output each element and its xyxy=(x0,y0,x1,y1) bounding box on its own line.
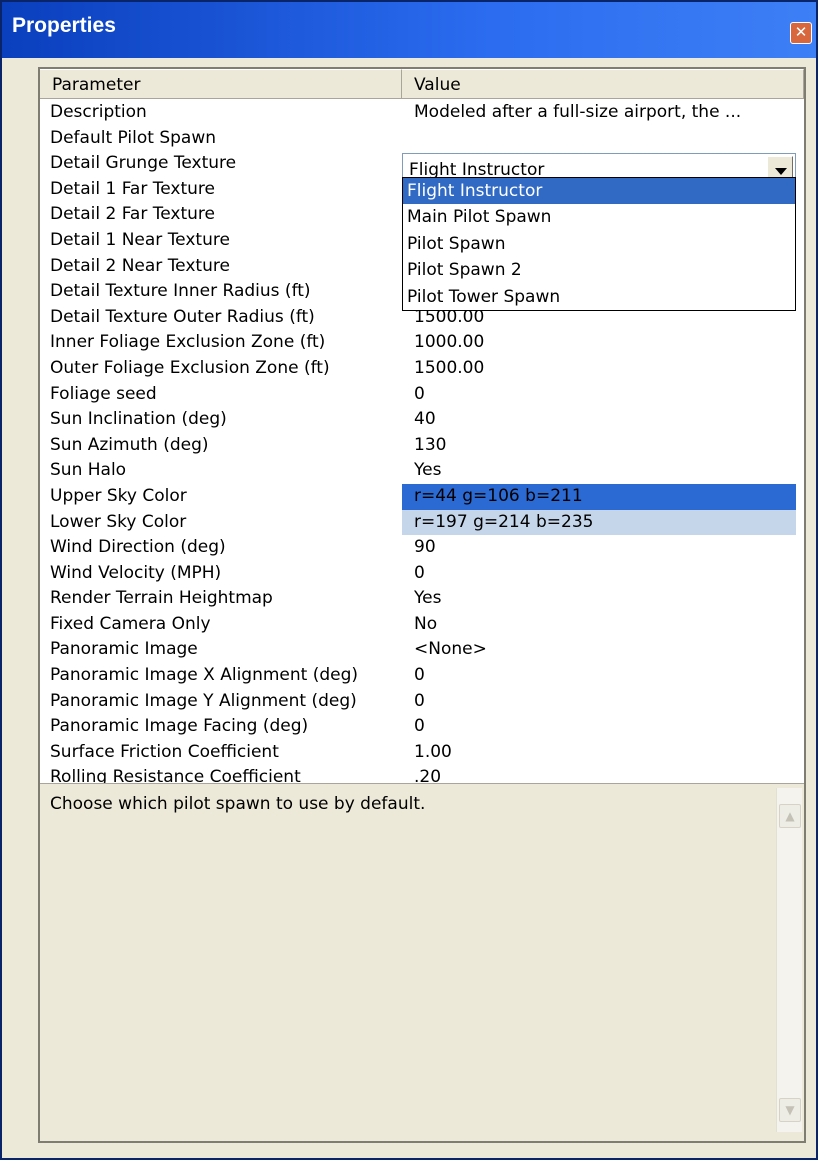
grid-header: Parameter Value xyxy=(40,69,804,99)
property-name: Surface Friction Coefficient xyxy=(50,741,279,762)
property-row[interactable]: Sun Azimuth (deg) 130 xyxy=(40,433,804,459)
property-row[interactable]: Sun Inclination (deg) 40 xyxy=(40,407,804,433)
property-name: Inner Foliage Exclusion Zone (ft) xyxy=(50,332,326,353)
property-row[interactable]: Render Terrain Heightmap Yes xyxy=(40,586,804,612)
property-value[interactable]: 40 xyxy=(402,407,804,433)
property-name: Sun Azimuth (deg) xyxy=(50,434,209,455)
dropdown-option[interactable]: Main Pilot Spawn xyxy=(403,204,795,230)
property-name: Description xyxy=(50,102,147,122)
property-value[interactable]: 1000.00 xyxy=(402,330,804,356)
property-row[interactable]: Panoramic Image Y Alignment (deg) 0 xyxy=(40,689,804,715)
property-row[interactable]: Upper Sky Color r=44 g=106 b=211 xyxy=(40,483,804,510)
window-title: Properties xyxy=(12,14,116,37)
property-name: Sun Halo xyxy=(50,460,127,481)
dropdown-option[interactable]: Flight Instructor xyxy=(403,178,795,205)
scroll-up-icon: ▲ xyxy=(785,809,795,823)
property-value[interactable]: 130 xyxy=(402,433,804,459)
property-name: Panoramic Image Y Alignment (deg) xyxy=(50,690,357,711)
property-row[interactable]: Outer Foliage Exclusion Zone (ft) 1500.00 xyxy=(40,356,804,382)
property-name: Detail 1 Near Texture xyxy=(50,229,230,250)
property-value[interactable]: 0 xyxy=(402,689,804,715)
property-row[interactable]: Description Modeled after a full-size air… xyxy=(40,100,804,126)
property-name: Detail 1 Far Texture xyxy=(50,178,215,199)
property-name: Panoramic Image xyxy=(50,639,198,660)
property-row[interactable]: Panoramic Image <None> xyxy=(40,637,804,663)
title-bar[interactable]: Properties ✕ xyxy=(2,2,816,58)
dropdown-option[interactable]: Pilot Spawn xyxy=(403,231,795,257)
close-button[interactable]: ✕ xyxy=(790,22,812,44)
property-value[interactable]: 90 xyxy=(402,535,804,561)
property-name: Detail 2 Far Texture xyxy=(50,204,215,225)
property-grid: Parameter Value Description Modeled after… xyxy=(40,69,804,890)
property-value[interactable]: 0 xyxy=(402,561,804,587)
dropdown-option[interactable]: Pilot Spawn 2 xyxy=(403,257,795,283)
property-row[interactable]: Default Pilot Spawn xyxy=(40,126,804,152)
property-row[interactable]: Foliage seed 0 xyxy=(40,382,804,408)
close-icon: ✕ xyxy=(794,23,808,41)
property-row[interactable]: Panoramic Image Facing (deg) 0 xyxy=(40,714,804,740)
scroll-up-button[interactable]: ▲ xyxy=(779,804,801,828)
property-value[interactable]: 0 xyxy=(402,714,804,740)
property-value[interactable]: <None> xyxy=(402,637,804,663)
property-row[interactable]: Inner Foliage Exclusion Zone (ft) 1000.00 xyxy=(40,330,804,356)
property-value[interactable]: 1.00 xyxy=(402,740,804,766)
property-name: Fixed Camera Only xyxy=(50,613,211,634)
property-row[interactable]: Panoramic Image X Alignment (deg) 0 xyxy=(40,663,804,689)
chevron-down-icon xyxy=(775,168,787,175)
property-name: Wind Direction (deg) xyxy=(50,537,226,558)
property-value[interactable]: Yes xyxy=(402,586,804,612)
property-value[interactable]: Yes xyxy=(402,458,804,484)
property-value[interactable]: Modeled after a full-size airport, the .… xyxy=(402,100,804,126)
property-name: Sun Inclination (deg) xyxy=(50,409,227,430)
property-name: Panoramic Image X Alignment (deg) xyxy=(50,665,359,686)
property-panel: Parameter Value Description Modeled after… xyxy=(38,67,806,1143)
property-value[interactable]: r=197 g=214 b=235 xyxy=(402,509,796,536)
dropdown-option[interactable]: Pilot Tower Spawn xyxy=(403,284,795,310)
property-name: Foliage seed xyxy=(50,383,157,404)
property-name: Upper Sky Color xyxy=(50,485,187,506)
property-value[interactable]: r=44 g=106 b=211 xyxy=(402,483,796,510)
scroll-down-icon: ▼ xyxy=(785,1103,795,1117)
property-value[interactable] xyxy=(402,126,804,152)
property-row[interactable]: Wind Velocity (MPH) 0 xyxy=(40,561,804,587)
property-name: Lower Sky Color xyxy=(50,511,187,532)
description-scrollbar[interactable]: ▲ ▼ xyxy=(776,788,802,1132)
property-name: Panoramic Image Facing (deg) xyxy=(50,716,309,737)
property-name: Default Pilot Spawn xyxy=(50,127,216,148)
description-text: Choose which pilot spawn to use by defau… xyxy=(50,794,426,814)
property-name: Render Terrain Heightmap xyxy=(50,588,273,609)
property-row[interactable]: Surface Friction Coefficient 1.00 xyxy=(40,740,804,766)
property-value[interactable]: 1500.00 xyxy=(402,356,804,382)
property-row[interactable]: Fixed Camera Only No xyxy=(40,612,804,638)
property-name: Detail Texture Inner Radius (ft) xyxy=(50,281,311,302)
property-value[interactable]: No xyxy=(402,612,804,638)
property-row[interactable]: Lower Sky Color r=197 g=214 b=235 xyxy=(40,509,804,536)
column-header-parameter[interactable]: Parameter xyxy=(40,69,402,99)
property-row[interactable]: Wind Direction (deg) 90 xyxy=(40,535,804,561)
property-value[interactable]: 0 xyxy=(402,382,804,408)
property-name: Detail Grunge Texture xyxy=(50,153,237,174)
property-name: Wind Velocity (MPH) xyxy=(50,562,222,583)
pilot-spawn-dropdown-list: Flight Instructor Main Pilot Spawn Pilot S… xyxy=(402,177,796,311)
property-name: Detail Texture Outer Radius (ft) xyxy=(50,306,315,327)
property-name: Outer Foliage Exclusion Zone (ft) xyxy=(50,357,330,378)
properties-window: Properties ✕ Parameter Value Description… xyxy=(0,0,818,1160)
column-header-value[interactable]: Value xyxy=(402,69,804,99)
description-pane: Choose which pilot spawn to use by defau… xyxy=(40,783,804,1141)
property-row[interactable]: Sun Halo Yes xyxy=(40,458,804,484)
property-value[interactable]: 0 xyxy=(402,663,804,689)
property-name: Detail 2 Near Texture xyxy=(50,255,230,276)
scroll-down-button[interactable]: ▼ xyxy=(779,1098,801,1122)
